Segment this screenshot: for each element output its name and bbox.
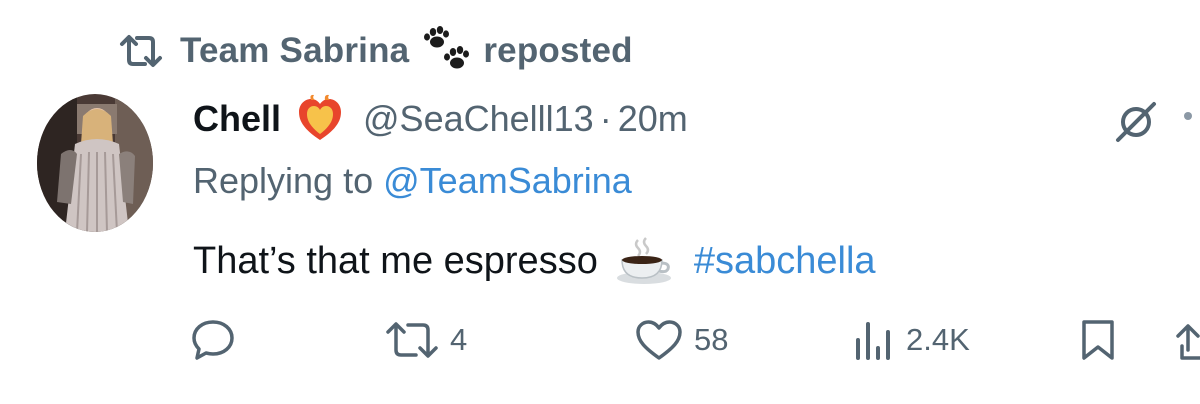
separator-dot: · [599, 98, 612, 139]
share-icon [1176, 324, 1200, 360]
paw-prints-icon [424, 26, 470, 69]
like-icon [636, 320, 682, 360]
like-button[interactable]: 58 [634, 318, 728, 362]
repost-action-icon [386, 322, 438, 358]
views-icon [856, 322, 890, 360]
views-count: 2.4K [906, 322, 970, 357]
repost-suffix: reposted [483, 31, 633, 70]
tweet-text: That’s that me espresso #sabchella [193, 236, 876, 286]
bookmark-icon [1082, 320, 1114, 360]
heart-on-fire-icon [299, 94, 342, 140]
avatar[interactable] [37, 94, 153, 232]
replying-prefix: Replying to [193, 160, 374, 201]
grok-icon[interactable] [1110, 96, 1162, 148]
like-count: 58 [694, 322, 729, 357]
hot-beverage-icon [616, 237, 671, 284]
author-name[interactable]: Chell [193, 98, 281, 140]
hashtag-link[interactable]: #sabchella [694, 240, 876, 283]
reply-button[interactable] [190, 318, 246, 362]
repost-icon [120, 35, 162, 67]
tweet-header: Chell @SeaChelll13 · 20m [193, 94, 688, 144]
repost-banner[interactable]: Team Sabrina reposted [118, 26, 633, 74]
timestamp[interactable]: 20m [618, 98, 688, 140]
more-options-icon[interactable] [1184, 112, 1192, 120]
reply-icon [192, 320, 234, 360]
bookmark-button[interactable] [1078, 318, 1118, 362]
replying-to: Replying to @TeamSabrina [193, 160, 632, 202]
tweet-body: That’s that me espresso [193, 239, 598, 282]
avatar-image [37, 94, 153, 232]
share-button[interactable] [1170, 322, 1200, 362]
repost-button[interactable]: 4 [384, 318, 467, 362]
author-handle[interactable]: @SeaChelll13 [363, 98, 594, 140]
views-button[interactable]: 2.4K [852, 318, 970, 362]
repost-count: 4 [450, 322, 468, 357]
replying-mention[interactable]: @TeamSabrina [383, 160, 632, 201]
repost-user-name[interactable]: Team Sabrina [180, 31, 409, 71]
